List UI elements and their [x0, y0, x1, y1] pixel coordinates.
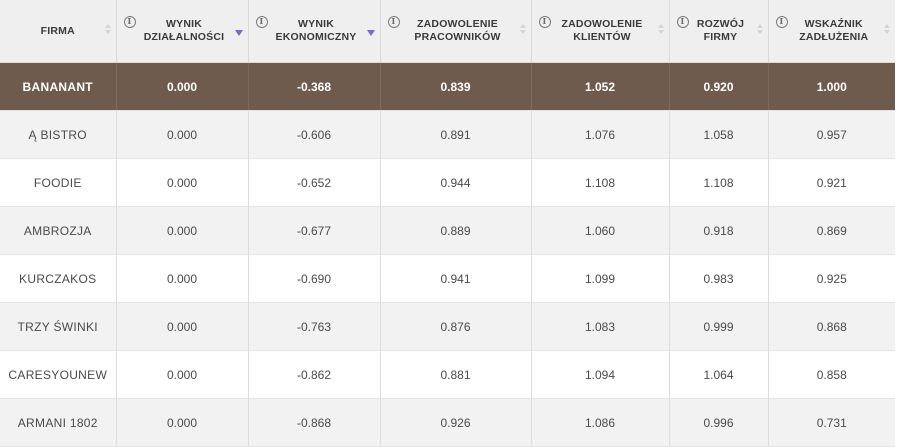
table-header: FIRMA i WYNIK DZIAŁALNOŚCI i WYNIK EKONO… [0, 0, 895, 63]
sort-both-icon[interactable] [519, 24, 526, 36]
cell-wynik-ekonomiczny: -0.763 [248, 302, 381, 351]
sort-both-icon[interactable] [884, 24, 890, 36]
table-row[interactable]: CARESYOUNEW 0.000 -0.862 0.881 1.094 1.0… [0, 350, 895, 399]
table-body: BANANANT 0.000 -0.368 0.839 1.052 0.920 … [0, 62, 895, 447]
cell-zadowolenie-pracownikow: 0.944 [380, 158, 532, 207]
table-row[interactable]: FOODIE 0.000 -0.652 0.944 1.108 1.108 0.… [0, 158, 895, 207]
info-icon[interactable]: i [538, 16, 551, 28]
cell-wskaznik-zadluzenia: 0.868 [768, 302, 895, 351]
column-header-wynik-ekonomiczny[interactable]: i WYNIK EKONOMICZNY [248, 0, 381, 63]
cell-wskaznik-zadluzenia: 0.731 [768, 398, 895, 447]
cell-zadowolenie-klientow: 1.083 [531, 302, 670, 351]
table-row[interactable]: ARMANI 1802 0.000 -0.868 0.926 1.086 0.9… [0, 398, 895, 447]
cell-wynik-ekonomiczny: -0.868 [248, 398, 381, 447]
column-header-label: WYNIK DZIAŁALNOŚCI [143, 18, 225, 43]
info-icon[interactable]: i [775, 16, 788, 28]
cell-rozwoj-firmy: 1.108 [669, 158, 769, 207]
sort-desc-active-icon[interactable] [366, 30, 375, 36]
cell-wynik-ekonomiczny: -0.677 [248, 206, 381, 255]
cell-rozwoj-firmy: 0.999 [669, 302, 769, 351]
cell-wynik-ekonomiczny: -0.862 [248, 350, 381, 399]
cell-rozwoj-firmy: 1.058 [669, 110, 769, 159]
sort-both-icon[interactable] [657, 24, 664, 36]
cell-wynik-dzialalnosci: 0.000 [116, 302, 249, 351]
cell-rozwoj-firmy: 0.996 [669, 398, 769, 447]
cell-firma: Ą BISTRO [0, 110, 117, 159]
cell-rozwoj-firmy: 0.920 [669, 62, 769, 111]
column-header-label: FIRMA [40, 24, 75, 37]
column-header-label: ZADOWOLENIE PRACOWNIKÓW [414, 18, 501, 43]
cell-zadowolenie-klientow: 1.094 [531, 350, 670, 399]
sort-both-icon[interactable] [104, 24, 111, 36]
cell-zadowolenie-pracownikow: 0.881 [380, 350, 532, 399]
cell-wynik-dzialalnosci: 0.000 [116, 62, 249, 111]
sort-both-icon[interactable] [756, 24, 763, 36]
cell-wskaznik-zadluzenia: 0.957 [768, 110, 895, 159]
cell-firma: TRZY ŚWINKI [0, 302, 117, 351]
info-icon[interactable]: i [387, 16, 400, 28]
cell-wynik-ekonomiczny: -0.606 [248, 110, 381, 159]
cell-zadowolenie-klientow: 1.108 [531, 158, 670, 207]
header-row: FIRMA i WYNIK DZIAŁALNOŚCI i WYNIK EKONO… [0, 0, 895, 63]
cell-zadowolenie-klientow: 1.099 [531, 254, 670, 303]
cell-firma: KURCZAKOS [0, 254, 117, 303]
ranking-table: FIRMA i WYNIK DZIAŁALNOŚCI i WYNIK EKONO… [0, 0, 895, 447]
cell-wynik-dzialalnosci: 0.000 [116, 350, 249, 399]
cell-wynik-ekonomiczny: -0.690 [248, 254, 381, 303]
table-row[interactable]: KURCZAKOS 0.000 -0.690 0.941 1.099 0.983… [0, 254, 895, 303]
table-row[interactable]: Ą BISTRO 0.000 -0.606 0.891 1.076 1.058 … [0, 110, 895, 159]
cell-wynik-dzialalnosci: 0.000 [116, 254, 249, 303]
cell-firma: ARMANI 1802 [0, 398, 117, 447]
table-row-highlighted[interactable]: BANANANT 0.000 -0.368 0.839 1.052 0.920 … [0, 62, 895, 111]
cell-firma: AMBROZJA [0, 206, 117, 255]
cell-zadowolenie-klientow: 1.060 [531, 206, 670, 255]
sort-desc-active-icon[interactable] [234, 30, 243, 36]
table-row[interactable]: AMBROZJA 0.000 -0.677 0.889 1.060 0.918 … [0, 206, 895, 255]
cell-rozwoj-firmy: 0.918 [669, 206, 769, 255]
cell-wskaznik-zadluzenia: 0.925 [768, 254, 895, 303]
cell-zadowolenie-pracownikow: 0.839 [380, 62, 532, 111]
column-header-label: ZADOWOLENIE KLIENTÓW [561, 18, 643, 43]
column-header-zadowolenie-pracownikow[interactable]: i ZADOWOLENIE PRACOWNIKÓW [380, 0, 532, 63]
cell-rozwoj-firmy: 1.064 [669, 350, 769, 399]
table-row[interactable]: TRZY ŚWINKI 0.000 -0.763 0.876 1.083 0.9… [0, 302, 895, 351]
column-header-label: WYNIK EKONOMICZNY [275, 18, 357, 43]
cell-wskaznik-zadluzenia: 0.858 [768, 350, 895, 399]
cell-rozwoj-firmy: 0.983 [669, 254, 769, 303]
cell-wskaznik-zadluzenia: 1.000 [768, 62, 895, 111]
column-header-wskaznik-zadluzenia[interactable]: i WSKAŹNIK ZADŁUŻENIA [768, 0, 895, 63]
info-icon[interactable]: i [255, 16, 268, 28]
cell-zadowolenie-pracownikow: 0.889 [380, 206, 532, 255]
cell-firma: BANANANT [0, 62, 117, 111]
cell-zadowolenie-pracownikow: 0.926 [380, 398, 532, 447]
cell-wynik-dzialalnosci: 0.000 [116, 398, 249, 447]
cell-wynik-dzialalnosci: 0.000 [116, 158, 249, 207]
cell-wynik-ekonomiczny: -0.368 [248, 62, 381, 111]
column-header-wynik-dzialalnosci[interactable]: i WYNIK DZIAŁALNOŚCI [116, 0, 249, 63]
column-header-firma[interactable]: FIRMA [0, 0, 117, 63]
cell-wskaznik-zadluzenia: 0.921 [768, 158, 895, 207]
cell-firma: FOODIE [0, 158, 117, 207]
cell-zadowolenie-pracownikow: 0.876 [380, 302, 532, 351]
info-icon[interactable]: i [123, 16, 136, 28]
column-header-rozwoj-firmy[interactable]: i ROZWÓJ FIRMY [669, 0, 769, 63]
column-header-zadowolenie-klientow[interactable]: i ZADOWOLENIE KLIENTÓW [531, 0, 670, 63]
cell-zadowolenie-pracownikow: 0.891 [380, 110, 532, 159]
cell-firma: CARESYOUNEW [0, 350, 117, 399]
cell-zadowolenie-pracownikow: 0.941 [380, 254, 532, 303]
info-icon[interactable]: i [676, 16, 689, 28]
cell-wskaznik-zadluzenia: 0.869 [768, 206, 895, 255]
cell-wynik-dzialalnosci: 0.000 [116, 206, 249, 255]
cell-zadowolenie-klientow: 1.076 [531, 110, 670, 159]
cell-wynik-dzialalnosci: 0.000 [116, 110, 249, 159]
cell-zadowolenie-klientow: 1.086 [531, 398, 670, 447]
cell-wynik-ekonomiczny: -0.652 [248, 158, 381, 207]
cell-zadowolenie-klientow: 1.052 [531, 62, 670, 111]
